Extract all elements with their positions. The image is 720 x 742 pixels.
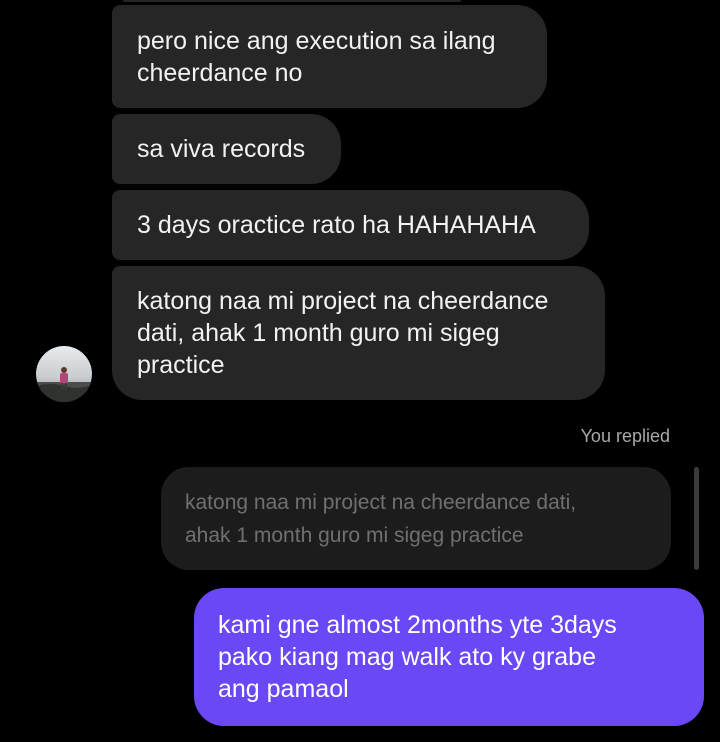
outgoing-message[interactable]: kami gne almost 2months yte 3days pako k… (194, 588, 704, 726)
reply-indicator-label: You replied (580, 426, 670, 446)
message-text-line: pako kiang mag walk ato ky grabe (218, 643, 596, 671)
message-text-line: dati, ahak 1 month guro mi sigeg (137, 319, 500, 347)
message-text-line: 3 days oractice rato ha HAHAHAHA (137, 211, 536, 239)
message-text-line: practice (137, 351, 225, 379)
message-text-line: pero nice ang execution sa ilang (137, 26, 496, 55)
quoted-text-line: katong naa mi project na cheerdance dati… (185, 490, 577, 514)
previous-message-edge (122, 0, 462, 2)
message-text-line: sa viva records (137, 135, 306, 163)
message-text-line: ang pamaol (218, 675, 349, 703)
sender-avatar[interactable] (36, 346, 92, 402)
reply-indicator-bar (694, 467, 699, 570)
message-text-line: kami gne almost 2months yte 3days (218, 611, 617, 639)
incoming-message-3[interactable]: 3 days oractice rato ha HAHAHAHA (112, 190, 589, 260)
quoted-text-line: ahak 1 month guro mi sigeg practice (185, 523, 524, 547)
message-text-line: cheerdance no (137, 58, 303, 87)
incoming-message-1[interactable]: pero nice ang execution sa ilang cheerda… (112, 5, 547, 108)
incoming-message-2[interactable]: sa viva records (112, 114, 341, 184)
message-text-line: katong naa mi project na cheerdance (137, 287, 549, 315)
profile-photo-avatar-icon (36, 346, 92, 402)
incoming-message-4[interactable]: katong naa mi project na cheerdance dati… (112, 266, 605, 400)
quoted-message[interactable]: katong naa mi project na cheerdance dati… (161, 467, 671, 570)
